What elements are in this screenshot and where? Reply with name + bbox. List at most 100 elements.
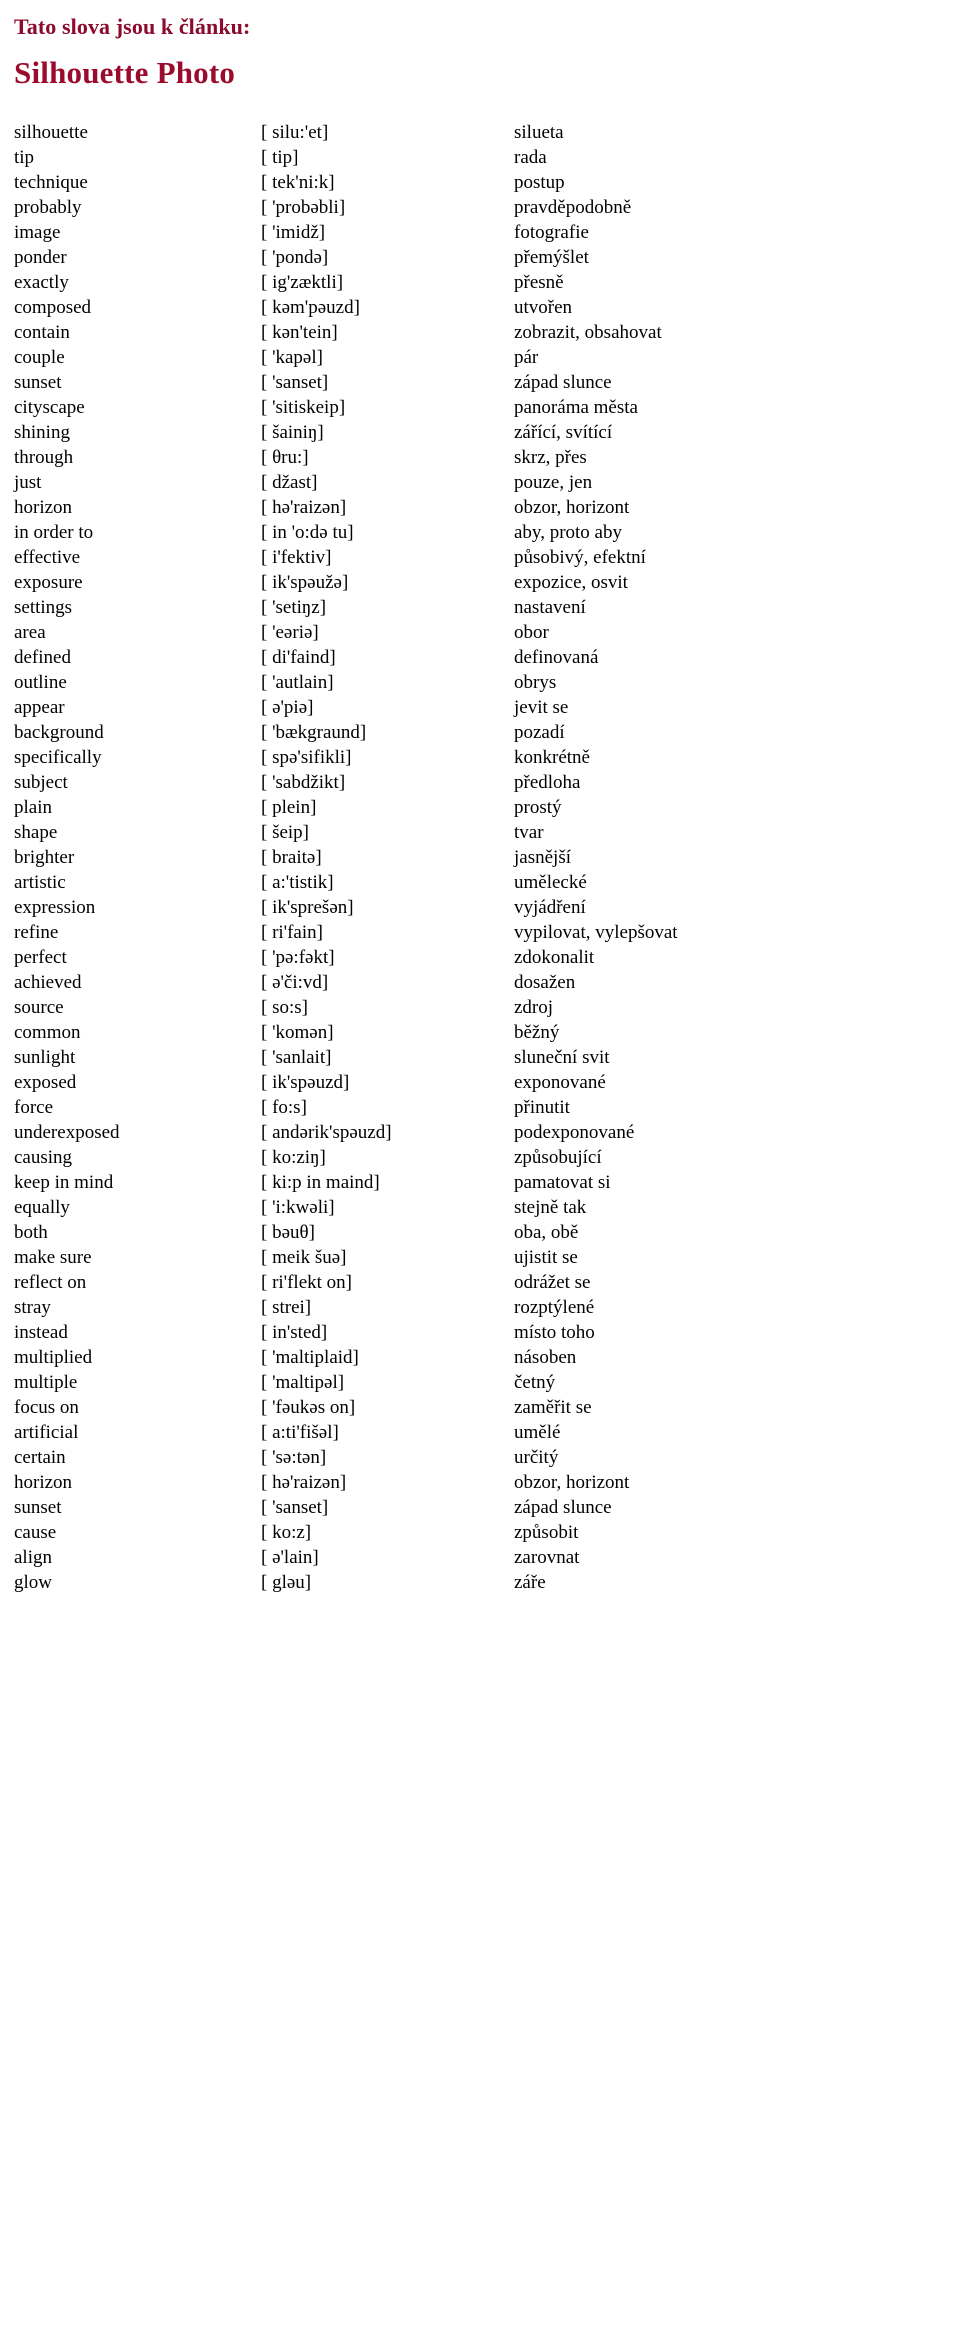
vocabulary-row: just [ džast] pouze, jen bbox=[14, 470, 944, 495]
vocabulary-word: sunset bbox=[14, 372, 62, 394]
vocabulary-word: effective bbox=[14, 547, 81, 569]
vocabulary-row: sunlight [ 'sanlait] sluneční svit bbox=[14, 1045, 944, 1070]
vocabulary-word: keep in mind bbox=[14, 1172, 114, 1194]
vocabulary-row: exposure [ ik'spəužə] expozice, osvit bbox=[14, 570, 944, 595]
vocabulary-pronunciation: [ ə'piə] bbox=[261, 697, 314, 719]
vocabulary-row: exposed [ ik'spəuzd] exponované bbox=[14, 1070, 944, 1095]
vocabulary-word: couple bbox=[14, 347, 65, 369]
article-kicker: Tato slova jsou k článku: bbox=[14, 14, 251, 39]
vocabulary-row: through [ θru:] skrz, přes bbox=[14, 445, 944, 470]
vocabulary-word: cityscape bbox=[14, 397, 85, 419]
vocabulary-translation: západ slunce bbox=[514, 372, 612, 394]
vocabulary-translation: postup bbox=[514, 172, 565, 194]
vocabulary-row: outline [ 'autlain] obrys bbox=[14, 670, 944, 695]
vocabulary-pronunciation: [ 'fəukəs on] bbox=[261, 1397, 356, 1419]
vocabulary-word: sunlight bbox=[14, 1047, 76, 1069]
vocabulary-translation: obor bbox=[514, 622, 549, 644]
vocabulary-row: cityscape [ 'sitiskeip] panoráma města bbox=[14, 395, 944, 420]
vocabulary-translation: vyjádření bbox=[514, 897, 586, 919]
vocabulary-translation: exponované bbox=[514, 1072, 606, 1094]
vocabulary-translation: určitý bbox=[514, 1447, 559, 1469]
vocabulary-translation: běžný bbox=[514, 1022, 560, 1044]
vocabulary-translation: násoben bbox=[514, 1347, 577, 1369]
vocabulary-pronunciation: [ i'fektiv] bbox=[261, 547, 332, 569]
vocabulary-pronunciation: [ 'probəbli] bbox=[261, 197, 346, 219]
vocabulary-pronunciation: [ ə'či:vd] bbox=[261, 972, 329, 994]
vocabulary-word: shining bbox=[14, 422, 70, 444]
vocabulary-pronunciation: [ 'komən] bbox=[261, 1022, 334, 1044]
vocabulary-word: outline bbox=[14, 672, 67, 694]
vocabulary-pronunciation: [ andərik'spəuzd] bbox=[261, 1122, 392, 1144]
vocabulary-row: equally [ 'i:kwəli] stejně tak bbox=[14, 1195, 944, 1220]
vocabulary-word: causing bbox=[14, 1147, 73, 1169]
vocabulary-translation: oba, obě bbox=[514, 1222, 579, 1244]
vocabulary-row: shining [ šainiŋ] zářící, svítící bbox=[14, 420, 944, 445]
vocabulary-word: equally bbox=[14, 1197, 70, 1219]
vocabulary-word: achieved bbox=[14, 972, 82, 994]
vocabulary-word: through bbox=[14, 447, 74, 469]
vocabulary-pronunciation: [ ik'spəuzd] bbox=[261, 1072, 350, 1094]
vocabulary-translation: přinutit bbox=[514, 1097, 570, 1119]
vocabulary-pronunciation: [ 'sanlait] bbox=[261, 1047, 332, 1069]
vocabulary-table-body: silhouette [ silu:'et] silueta tip [ tip] rad… bbox=[14, 120, 944, 1595]
document-page: Tato slova jsou k článku: Silhouette Pho… bbox=[0, 0, 960, 2334]
vocabulary-pronunciation: [ bəuθ] bbox=[261, 1222, 315, 1244]
vocabulary-pronunciation: [ 'maltiplaid] bbox=[261, 1347, 359, 1369]
vocabulary-pronunciation: [ plein] bbox=[261, 797, 317, 819]
vocabulary-word: focus on bbox=[14, 1397, 79, 1419]
vocabulary-pronunciation: [ meik šuə] bbox=[261, 1247, 347, 1269]
vocabulary-row: silhouette [ silu:'et] silueta bbox=[14, 120, 944, 145]
vocabulary-translation: četný bbox=[514, 1372, 556, 1394]
vocabulary-pronunciation: [ ko:z] bbox=[261, 1522, 312, 1544]
vocabulary-row: reflect on [ ri'flekt on] odrážet se bbox=[14, 1270, 944, 1295]
vocabulary-word: reflect on bbox=[14, 1272, 87, 1294]
vocabulary-row: couple [ 'kapəl] pár bbox=[14, 345, 944, 370]
vocabulary-word: exactly bbox=[14, 272, 69, 294]
vocabulary-word: multiplied bbox=[14, 1347, 93, 1369]
vocabulary-row: glow [ gləu] záře bbox=[14, 1570, 944, 1595]
vocabulary-translation: jevit se bbox=[514, 697, 569, 719]
vocabulary-word: subject bbox=[14, 772, 68, 794]
vocabulary-word: settings bbox=[14, 597, 73, 619]
vocabulary-row: refine [ ri'fain] vypilovat, vylepšovat bbox=[14, 920, 944, 945]
vocabulary-translation: předloha bbox=[514, 772, 581, 794]
vocabulary-translation: sluneční svit bbox=[514, 1047, 610, 1069]
vocabulary-pronunciation: [ hə'raizən] bbox=[261, 497, 347, 519]
vocabulary-pronunciation: [ ko:ziŋ] bbox=[261, 1147, 326, 1169]
vocabulary-translation: definovaná bbox=[514, 647, 599, 669]
vocabulary-translation: dosažen bbox=[514, 972, 576, 994]
vocabulary-translation: aby, proto aby bbox=[514, 522, 622, 544]
vocabulary-row: instead [ in'sted] místo toho bbox=[14, 1320, 944, 1345]
vocabulary-word: both bbox=[14, 1222, 48, 1244]
vocabulary-word: cause bbox=[14, 1522, 57, 1544]
vocabulary-pronunciation: [ ri'flekt on] bbox=[261, 1272, 353, 1294]
vocabulary-pronunciation: [ ik'sprešən] bbox=[261, 897, 354, 919]
vocabulary-word: sunset bbox=[14, 1497, 62, 1519]
vocabulary-word: align bbox=[14, 1547, 52, 1569]
vocabulary-pronunciation: [ hə'raizən] bbox=[261, 1472, 347, 1494]
vocabulary-translation: expozice, osvit bbox=[514, 572, 628, 594]
vocabulary-row: underexposed [ andərik'spəuzd] podexponova… bbox=[14, 1120, 944, 1145]
vocabulary-pronunciation: [ in'sted] bbox=[261, 1322, 328, 1344]
vocabulary-translation: způsobující bbox=[514, 1147, 602, 1169]
vocabulary-row: brighter [ braitə] jasnější bbox=[14, 845, 944, 870]
vocabulary-translation: konkrétně bbox=[514, 747, 590, 769]
vocabulary-translation: fotografie bbox=[514, 222, 589, 244]
vocabulary-row: background [ 'bækgraund] pozadí bbox=[14, 720, 944, 745]
vocabulary-row: force [ fo:s] přinutit bbox=[14, 1095, 944, 1120]
vocabulary-word: image bbox=[14, 222, 61, 244]
vocabulary-word: horizon bbox=[14, 1472, 73, 1494]
vocabulary-translation: ujistit se bbox=[514, 1247, 578, 1269]
vocabulary-word: exposed bbox=[14, 1072, 77, 1094]
vocabulary-word: horizon bbox=[14, 497, 73, 519]
vocabulary-pronunciation: [ ik'spəužə] bbox=[261, 572, 349, 594]
vocabulary-word: composed bbox=[14, 297, 92, 319]
vocabulary-word: artificial bbox=[14, 1422, 79, 1444]
vocabulary-pronunciation: [ a:ti'fišəl] bbox=[261, 1422, 339, 1444]
vocabulary-word: refine bbox=[14, 922, 59, 944]
vocabulary-translation: jasnější bbox=[514, 847, 571, 869]
vocabulary-row: keep in mind [ ki:p in maind] pamatovat si bbox=[14, 1170, 944, 1195]
vocabulary-translation: pouze, jen bbox=[514, 472, 593, 494]
vocabulary-translation: přemýšlet bbox=[514, 247, 589, 269]
vocabulary-row: source [ so:s] zdroj bbox=[14, 995, 944, 1020]
